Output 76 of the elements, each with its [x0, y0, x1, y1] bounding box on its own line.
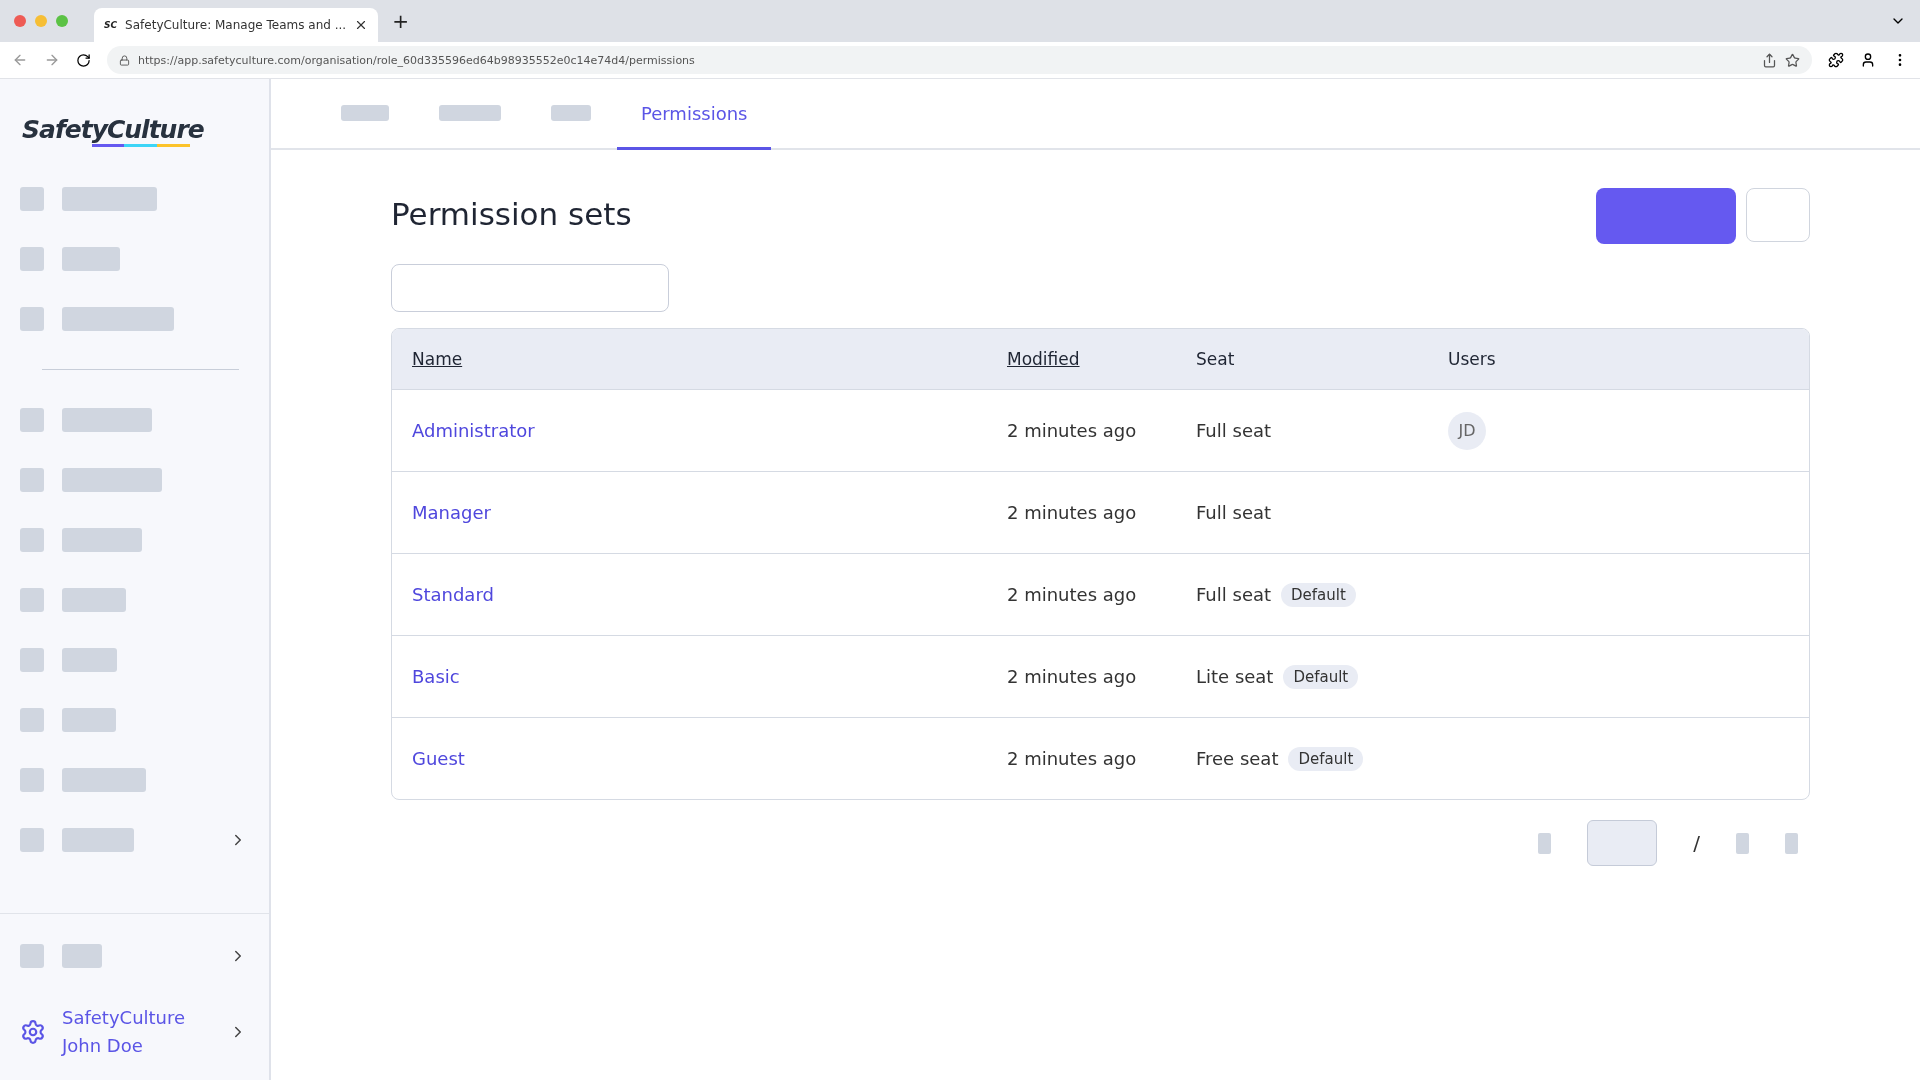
search-field[interactable]: [391, 264, 669, 312]
column-header: Users: [1448, 349, 1496, 369]
permission-set-link[interactable]: Guest: [412, 748, 465, 769]
maximize-window-dot: [56, 15, 68, 27]
table-cell: Full seat: [1196, 420, 1272, 441]
browser-tab[interactable]: SC SafetyCulture: Manage Teams and ...: [94, 8, 379, 42]
permission-set-link[interactable]: Standard: [412, 584, 494, 605]
column-header[interactable]: Name: [412, 349, 463, 369]
logo: SafetyCulture: [21, 114, 205, 144]
redacted-nav-label[interactable]: [62, 768, 146, 792]
default-badge: Default: [1281, 582, 1356, 607]
redacted-nav-label[interactable]: [62, 648, 117, 672]
table-cell: 2 minutes ago: [1007, 748, 1137, 769]
redacted-icon-block: [20, 307, 44, 331]
tab[interactable]: Permissions: [617, 79, 772, 150]
redacted-nav-label[interactable]: [62, 187, 157, 211]
redacted-icon-block: [20, 944, 44, 968]
redacted-nav-label[interactable]: [62, 588, 126, 612]
redacted-icon-block: [20, 588, 44, 612]
redacted-nav-label[interactable]: [62, 247, 120, 271]
back-icon[interactable]: [12, 52, 28, 68]
profile-icon[interactable]: [1860, 52, 1876, 68]
star-icon[interactable]: [1785, 52, 1800, 68]
page-separator: /: [1693, 831, 1700, 855]
page-number-field[interactable]: [1587, 820, 1658, 866]
user-avatar: JD: [1448, 411, 1486, 450]
redacted-icon-block: [20, 408, 44, 432]
primary-button[interactable]: [1596, 188, 1736, 244]
permission-set-link[interactable]: Manager: [412, 502, 491, 523]
redacted-icon-block: [20, 528, 44, 552]
redacted-nav-label[interactable]: [62, 944, 102, 968]
redacted-pager-control[interactable]: [1785, 832, 1798, 854]
permission-set-link[interactable]: Administrator: [412, 420, 535, 441]
redacted-nav-label[interactable]: [62, 828, 134, 852]
redacted-nav-label[interactable]: [62, 408, 152, 432]
table-cell: Full seat: [1196, 584, 1272, 605]
table-cell: 2 minutes ago: [1007, 584, 1137, 605]
table-cell: Lite seat: [1196, 666, 1274, 687]
column-header[interactable]: Modified: [1007, 349, 1080, 369]
table-cell: 2 minutes ago: [1007, 666, 1137, 687]
reload-icon[interactable]: [76, 52, 91, 68]
redacted-icon-block: [20, 247, 44, 271]
redacted-pager-control[interactable]: [1538, 832, 1552, 854]
permission-set-link[interactable]: Basic: [412, 666, 460, 687]
redacted-icon-block: [20, 187, 44, 211]
new-tab-button[interactable]: +: [392, 9, 409, 33]
redacted-icon-block: [20, 768, 44, 792]
secondary-button[interactable]: [1746, 188, 1810, 242]
redacted-nav-label[interactable]: [62, 708, 116, 732]
redacted-icon-block: [20, 828, 44, 852]
share-icon[interactable]: [1762, 52, 1777, 68]
puzzle-icon[interactable]: [1828, 52, 1844, 68]
redacted-icon-block: [20, 648, 44, 672]
favicon: SC: [104, 20, 118, 30]
table-cell: Full seat: [1196, 502, 1272, 523]
redacted-icon-block: [20, 468, 44, 492]
table-cell: Free seat: [1196, 748, 1279, 769]
redacted-nav-label[interactable]: [62, 468, 162, 492]
address-bar[interactable]: https://app.safetyculture.com/organisation/role_60d335596ed64b98935552e0c14e74d4/permissions: [107, 46, 1812, 74]
table-cell: 2 minutes ago: [1007, 420, 1137, 441]
redacted-nav-label[interactable]: [62, 307, 174, 331]
minimize-window-dot: [35, 15, 47, 27]
redacted-nav-label[interactable]: [62, 528, 142, 552]
organization-name[interactable]: SafetyCulture: [62, 1004, 186, 1032]
settings-icon: [20, 1019, 46, 1045]
close-window-dot: [14, 15, 26, 27]
redacted-page-count: [1736, 832, 1749, 854]
user-name[interactable]: John Doe: [62, 1032, 186, 1060]
lock-icon: [119, 54, 130, 66]
column-header: Seat: [1196, 349, 1235, 369]
table-cell: 2 minutes ago: [1007, 502, 1137, 523]
default-badge: Default: [1283, 664, 1359, 689]
default-badge: Default: [1288, 746, 1364, 771]
redacted-icon-block: [20, 708, 44, 732]
page-title: Permission sets: [391, 196, 633, 232]
forward-icon[interactable]: [44, 52, 60, 68]
